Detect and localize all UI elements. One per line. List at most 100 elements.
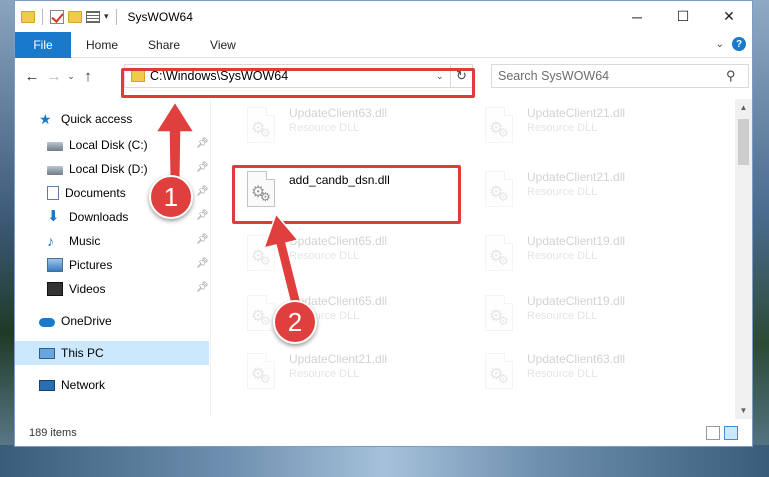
drive-icon	[47, 166, 63, 175]
tab-view[interactable]: View	[195, 38, 251, 52]
sidebar-item-label: Network	[61, 378, 106, 392]
minimize-button[interactable]: ─	[614, 1, 660, 32]
file-item[interactable]: ⚙ ⚙ UpdateClient21.dll Resource DLL	[479, 105, 709, 161]
search-placeholder[interactable]: Search SysWOW64	[498, 69, 726, 83]
file-item[interactable]: ⚙ ⚙ UpdateClient19.dll Resource DLL	[479, 233, 709, 289]
file-item[interactable]: ⚙ ⚙ UpdateClient21.dll Resource DLL	[241, 351, 471, 407]
dll-file-icon: ⚙ ⚙	[479, 105, 519, 153]
dll-file-icon: ⚙ ⚙	[241, 105, 281, 153]
sidebar-item-label: Local Disk (D:)	[69, 162, 148, 176]
recent-locations-chevron-icon[interactable]: ⌄	[65, 71, 77, 82]
sidebar-item-videos[interactable]: Videos 📌︎	[47, 277, 209, 301]
dll-file-icon: ⚙ ⚙	[479, 351, 519, 399]
up-button[interactable]: ↑	[77, 68, 99, 85]
vertical-scrollbar[interactable]: ▲ ▼	[735, 99, 752, 419]
dll-file-icon: ⚙ ⚙	[479, 169, 519, 217]
toolbar-divider	[42, 8, 43, 25]
expand-ribbon-chevron-icon[interactable]: ⌄	[716, 39, 724, 50]
sidebar-item-network[interactable]: Network	[39, 373, 209, 397]
scroll-up-icon[interactable]: ▲	[735, 99, 752, 116]
ribbon-tabs: File Home Share View ⌄ ?	[15, 31, 752, 58]
sidebar-item-label: OneDrive	[61, 314, 112, 328]
pictures-icon	[47, 258, 63, 272]
title-bar: ▾ SysWOW64 ─ ☐ ✕	[15, 1, 752, 32]
file-item[interactable]: ⚙ ⚙ UpdateClient21.dll Resource DLL	[479, 169, 709, 225]
scroll-thumb[interactable]	[738, 119, 749, 165]
tab-home[interactable]: Home	[71, 38, 133, 52]
file-description: Resource DLL	[527, 310, 598, 322]
address-bar-highlight	[121, 68, 475, 98]
toolbar-divider	[115, 8, 117, 25]
view-switcher	[706, 426, 738, 440]
file-description: Resource DLL	[527, 186, 598, 198]
status-bar: 189 items	[15, 420, 752, 446]
file-name: UpdateClient63.dll	[289, 106, 388, 120]
pane-splitter[interactable]	[210, 99, 211, 417]
properties-check-icon[interactable]	[50, 9, 64, 24]
sidebar-item-music[interactable]: ♪ Music 📌︎	[47, 229, 209, 253]
drive-icon	[47, 142, 63, 151]
dll-file-icon: ⚙ ⚙	[479, 293, 519, 341]
cloud-icon	[39, 318, 55, 327]
annotation-arrow-2	[262, 212, 303, 310]
file-description: Resource DLL	[527, 250, 598, 262]
properties-icon[interactable]	[86, 10, 100, 23]
sidebar-item-label: Downloads	[69, 210, 129, 224]
tab-file[interactable]: File	[15, 31, 71, 58]
network-icon	[39, 379, 55, 391]
new-folder-icon[interactable]	[68, 10, 82, 23]
pin-icon[interactable]: 📌︎	[196, 282, 209, 293]
sidebar-item-label: Local Disk (C:)	[69, 138, 148, 152]
file-description: Resource DLL	[289, 368, 360, 380]
sidebar-item-label: Music	[69, 234, 101, 248]
file-item[interactable]: ⚙ ⚙ UpdateClient19.dll Resource DLL	[479, 293, 709, 349]
item-count: 189 items	[29, 427, 77, 439]
file-item[interactable]: ⚙ ⚙ UpdateClient63.dll Resource DLL	[479, 351, 709, 407]
step-badge-2: 2	[273, 300, 317, 344]
dll-file-icon: ⚙ ⚙	[241, 351, 281, 399]
sidebar-item-label: Pictures	[69, 258, 113, 272]
help-icon[interactable]: ?	[732, 37, 746, 51]
search-input[interactable]: Search SysWOW64 ⚲	[491, 64, 749, 88]
pin-icon[interactable]: 📌︎	[196, 210, 209, 221]
desktop-background-bottom	[0, 445, 769, 477]
details-view-icon[interactable]	[706, 426, 720, 440]
maximize-button[interactable]: ☐	[660, 1, 706, 32]
back-button[interactable]: ←	[21, 68, 43, 85]
file-name: UpdateClient19.dll	[527, 294, 626, 308]
file-name: UpdateClient19.dll	[527, 234, 626, 248]
pin-icon[interactable]: 📌︎	[196, 234, 209, 245]
file-description: Resource DLL	[527, 368, 598, 380]
sidebar-item-pictures[interactable]: Pictures 📌︎	[47, 253, 209, 277]
documents-icon	[47, 186, 59, 200]
file-name: UpdateClient21.dll	[527, 106, 626, 120]
file-name: UpdateClient21.dll	[527, 170, 626, 184]
large-icons-view-icon[interactable]	[724, 426, 738, 440]
search-icon: ⚲	[726, 68, 736, 83]
folder-icon	[21, 10, 35, 23]
sidebar-item-this-pc[interactable]: This PC	[15, 341, 209, 365]
pin-icon[interactable]: 📌︎	[196, 258, 209, 269]
close-button[interactable]: ✕	[706, 1, 752, 32]
sidebar-item-label: This PC	[61, 346, 104, 360]
window-controls: ─ ☐ ✕	[614, 1, 752, 32]
ribbon-right-controls: ⌄ ?	[716, 37, 746, 51]
scroll-down-icon[interactable]: ▼	[735, 402, 752, 419]
file-item[interactable]: ⚙ ⚙ UpdateClient63.dll Resource DLL	[241, 105, 471, 161]
sidebar-item-label: Videos	[69, 282, 106, 296]
customize-toolbar-chevron-icon[interactable]: ▾	[104, 11, 109, 22]
music-icon: ♪	[47, 233, 54, 249]
window-title: SysWOW64	[127, 9, 193, 24]
quick-access-toolbar: ▾	[15, 8, 120, 25]
tab-share[interactable]: Share	[133, 38, 195, 52]
star-icon: ★	[39, 111, 52, 127]
sidebar-item-onedrive[interactable]: OneDrive	[39, 309, 209, 333]
desktop-background-left	[0, 0, 14, 477]
sidebar-item-label: Quick access	[61, 112, 133, 126]
forward-button[interactable]: →	[43, 68, 65, 85]
pc-icon	[39, 347, 55, 359]
sidebar-item-label: Documents	[65, 186, 126, 200]
download-icon: ⬇	[47, 208, 60, 225]
file-name: UpdateClient63.dll	[527, 352, 626, 366]
videos-icon	[47, 282, 63, 296]
